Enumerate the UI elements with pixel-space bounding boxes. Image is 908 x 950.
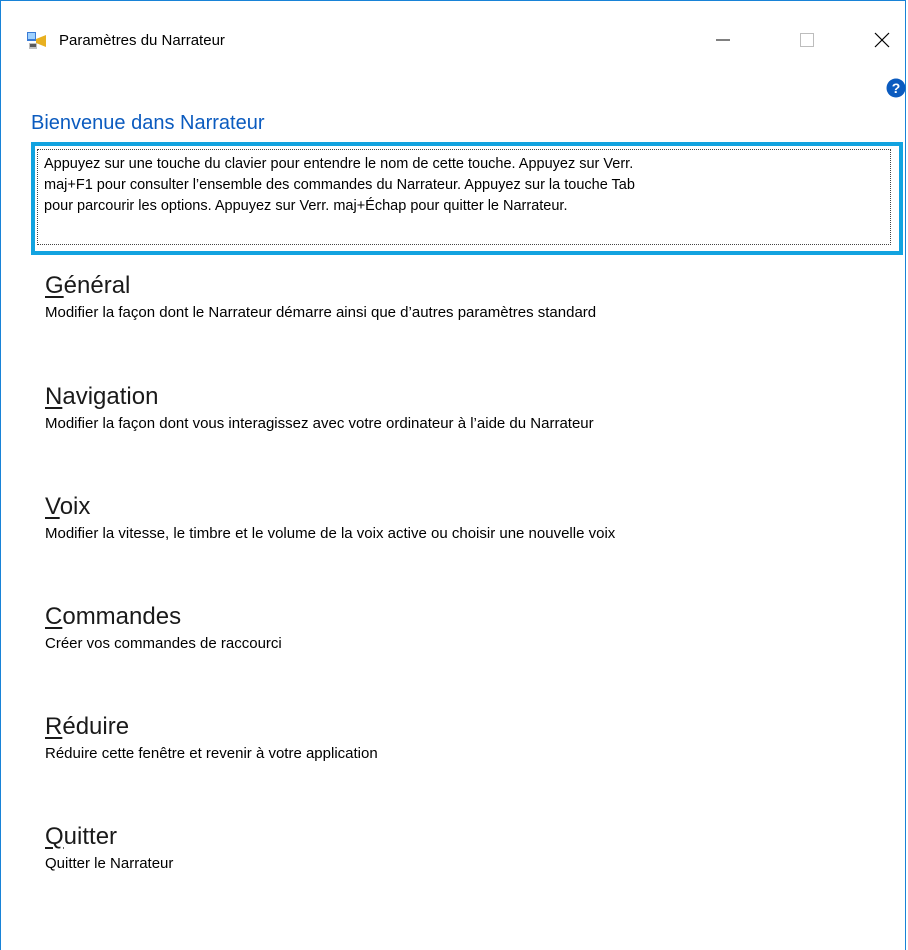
menu-item-navigation[interactable]: Navigation Modifier la façon dont vous i… xyxy=(45,382,885,432)
menu-item-title[interactable]: Voix xyxy=(45,492,885,522)
menu-item-description: Modifier la vitesse, le timbre et le vol… xyxy=(45,525,616,542)
minimize-button[interactable] xyxy=(697,15,749,65)
menu-item-description: Modifier la façon dont vous interagissez… xyxy=(45,415,594,432)
intro-line: Appuyez sur une touche du clavier pour e… xyxy=(44,156,634,172)
menu-item-commands[interactable]: Commandes Créer vos commandes de raccour… xyxy=(45,602,885,652)
narrator-settings-window: Paramètres du Narrateur ? Bienvenue dans… xyxy=(0,0,906,950)
menu-item-title[interactable]: Général xyxy=(45,271,885,301)
menu-item-title[interactable]: Commandes xyxy=(45,602,885,632)
intro-line: pour parcourir les options. Appuyez sur … xyxy=(44,198,568,214)
close-button[interactable] xyxy=(856,15,908,65)
minimize-icon xyxy=(716,39,730,41)
intro-text: Appuyez sur une touche du clavier pour e… xyxy=(37,149,891,245)
welcome-heading: Bienvenue dans Narrateur xyxy=(31,112,265,134)
help-icon[interactable]: ? xyxy=(886,78,906,98)
intro-text-box[interactable]: Appuyez sur une touche du clavier pour e… xyxy=(31,142,903,255)
menu-item-description: Quitter le Narrateur xyxy=(45,855,174,872)
svg-text:?: ? xyxy=(892,80,901,96)
close-icon xyxy=(874,32,890,48)
menu-item-quit[interactable]: Quitter Quitter le Narrateur xyxy=(45,822,885,872)
narrator-app-icon xyxy=(27,32,46,49)
menu-item-general[interactable]: Général Modifier la façon dont le Narrat… xyxy=(45,271,885,321)
menu-item-voice[interactable]: Voix Modifier la vitesse, le timbre et l… xyxy=(45,492,885,542)
menu-item-description: Réduire cette fenêtre et revenir à votre… xyxy=(45,745,378,762)
title-bar[interactable]: Paramètres du Narrateur xyxy=(1,1,905,81)
menu-item-minimize[interactable]: Réduire Réduire cette fenêtre et revenir… xyxy=(45,712,885,762)
menu-item-title[interactable]: Quitter xyxy=(45,822,885,852)
menu-item-title[interactable]: Navigation xyxy=(45,382,885,412)
menu-item-description: Modifier la façon dont le Narrateur déma… xyxy=(45,304,597,321)
maximize-icon xyxy=(800,33,814,47)
maximize-button[interactable] xyxy=(781,15,833,65)
menu-item-description: Créer vos commandes de raccourci xyxy=(45,635,282,652)
intro-line: maj+F1 pour consulter l’ensemble des com… xyxy=(44,177,635,193)
window-title: Paramètres du Narrateur xyxy=(59,32,225,49)
menu-item-title[interactable]: Réduire xyxy=(45,712,885,742)
